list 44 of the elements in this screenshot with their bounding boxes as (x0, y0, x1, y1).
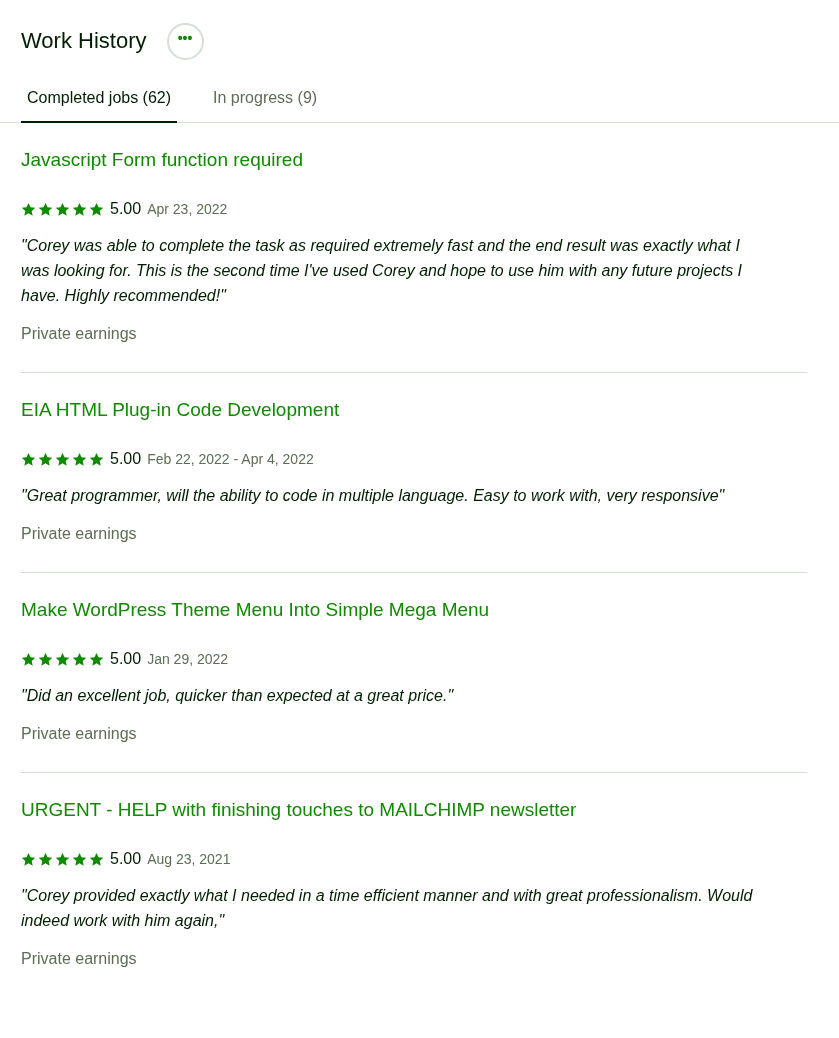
star-icon (38, 201, 53, 217)
section-title: Work History (21, 27, 147, 55)
job-title-link[interactable]: URGENT - HELP with finishing touches to MAILCHIMP newsletter (21, 797, 577, 823)
star-icon (21, 851, 36, 867)
job-dates: Aug 23, 2021 (147, 849, 231, 869)
job-title-link[interactable]: Javascript Form function required (21, 147, 303, 173)
more-button[interactable]: ••• (166, 22, 204, 60)
earnings-text: Private earnings (21, 324, 137, 344)
tab[interactable]: In progress (9) (207, 84, 324, 123)
feedback-text: "Corey provided exactly what I needed in a time efficient manner and with great professionalism. Would indeed work with him again," (21, 886, 754, 931)
job-dates: Jan 29, 2022 (147, 649, 229, 669)
star-icon (21, 651, 36, 667)
job-dates: Feb 22, 2022 - Apr 4, 2022 (147, 449, 314, 469)
earnings-text: Private earnings (21, 524, 137, 544)
star-icon (89, 851, 104, 867)
star-icon (89, 201, 104, 217)
feedback-text: "Did an excellent job, quicker than expected at a great price." (21, 686, 455, 706)
star-icon (21, 451, 36, 467)
star-icon (72, 851, 87, 867)
star-icon (38, 851, 53, 867)
star-icon (55, 451, 70, 467)
feedback-text: "Great programmer, will the ability to code in multiple language. Easy to work with, very responsive" (21, 486, 726, 506)
star-icon (72, 201, 87, 217)
earnings-text: Private earnings (21, 724, 137, 744)
star-icon (55, 201, 70, 217)
star-icon (89, 451, 104, 467)
tab[interactable]: Completed jobs (62) (21, 84, 178, 123)
feedback-text: "Corey was able to complete the task as required extremely fast and the end result was exactly what I was looking for. This is the second time I've used Corey and hope to use him with any future projects I have. Highly recommended!" (21, 236, 744, 306)
earnings-text: Private earnings (21, 949, 137, 969)
star-icon (72, 451, 87, 467)
rating-score: 5.00 (110, 199, 142, 219)
star-icon (89, 651, 104, 667)
job-dates: Apr 23, 2022 (147, 199, 228, 219)
rating-score: 5.00 (110, 849, 142, 869)
rating-score: 5.00 (110, 649, 142, 669)
rating-score: 5.00 (110, 449, 142, 469)
job-title-link[interactable]: Make WordPress Theme Menu Into Simple Mega Menu (21, 597, 490, 623)
star-icon (55, 651, 70, 667)
star-icon (21, 201, 36, 217)
star-icon (55, 851, 70, 867)
star-icon (72, 651, 87, 667)
star-icon (38, 651, 53, 667)
star-icon (38, 451, 53, 467)
job-title-link[interactable]: EIA HTML Plug-in Code Development (21, 397, 340, 423)
